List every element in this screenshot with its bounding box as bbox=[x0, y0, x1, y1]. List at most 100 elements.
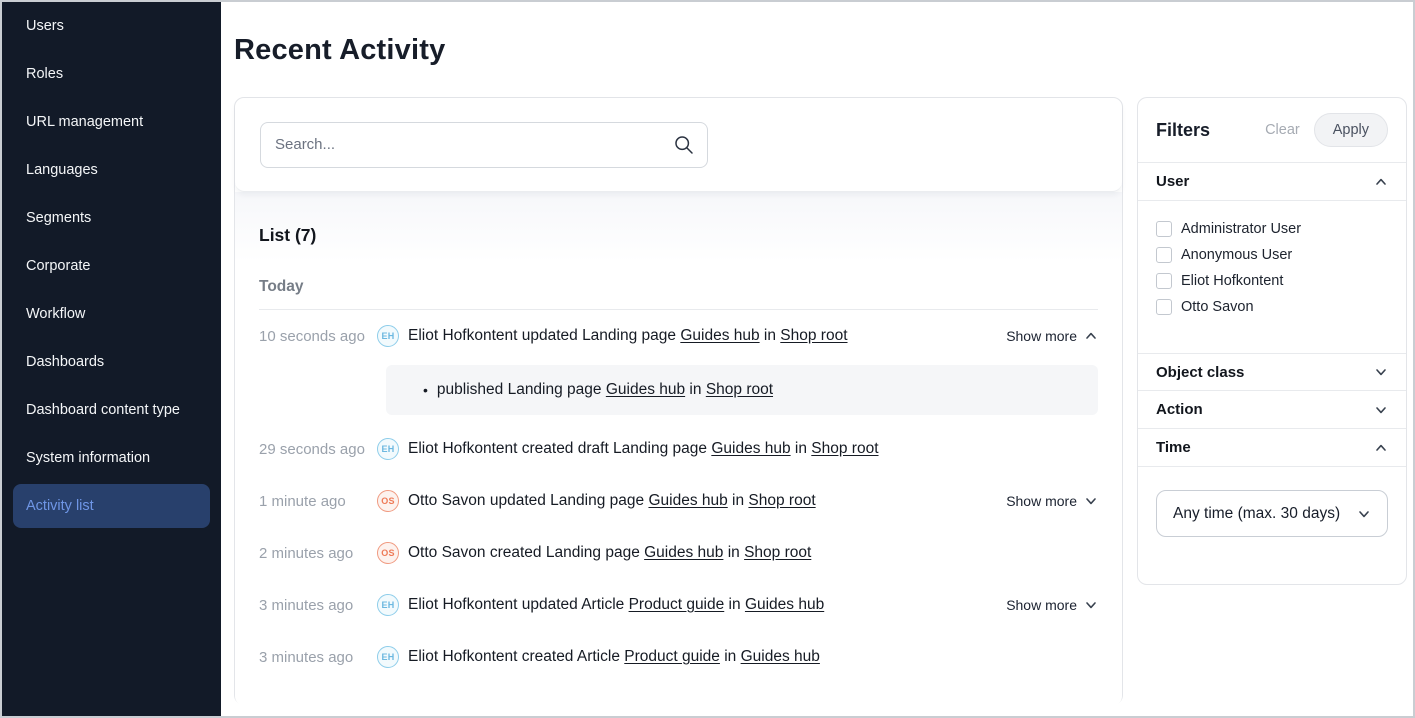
filter-section-label: Object class bbox=[1156, 364, 1244, 381]
activity-row: 3 minutes agoEH Eliot Hofkontent updated … bbox=[259, 579, 1098, 631]
content-link[interactable]: Shop root bbox=[706, 381, 773, 398]
sidebar-item-segments[interactable]: Segments bbox=[2, 194, 221, 242]
show-more-button[interactable]: Show more bbox=[994, 493, 1098, 509]
filter-section-action[interactable]: Action bbox=[1138, 391, 1406, 429]
filters-header: Filters Clear Apply bbox=[1138, 98, 1406, 163]
filter-option-anonymous-user: Anonymous User bbox=[1156, 242, 1388, 268]
bullet: • bbox=[423, 382, 428, 398]
filter-option-label: Administrator User bbox=[1181, 221, 1301, 237]
content-link[interactable]: Shop root bbox=[811, 440, 878, 457]
sidebar-item-workflow[interactable]: Workflow bbox=[2, 290, 221, 338]
filter-section-user[interactable]: User bbox=[1138, 163, 1406, 201]
content-text: Eliot Hofkontent created Article bbox=[408, 648, 624, 665]
sidebar-item-languages[interactable]: Languages bbox=[2, 146, 221, 194]
activity-card: List (7) Today 10 seconds agoEHEliot Hof… bbox=[234, 97, 1123, 705]
filter-section-label: User bbox=[1156, 173, 1189, 190]
content-link[interactable]: Product guide bbox=[624, 648, 720, 665]
filter-option-eliot-hofkontent: Eliot Hofkontent bbox=[1156, 268, 1388, 294]
sidebar: UsersRolesURL managementLanguagesSegment… bbox=[2, 2, 221, 716]
show-more-button[interactable]: Show more bbox=[994, 328, 1098, 344]
activity-description: Eliot Hofkontent updated Article Product… bbox=[408, 596, 824, 614]
filter-option-label: Eliot Hofkontent bbox=[1181, 273, 1283, 289]
content-text: Otto Savon updated Landing page bbox=[408, 492, 648, 509]
content-text: Otto Savon created Landing page bbox=[408, 544, 644, 561]
checkbox-otto-savon[interactable] bbox=[1156, 299, 1172, 315]
filter-section-label: Action bbox=[1156, 401, 1203, 418]
search-icon[interactable] bbox=[674, 135, 694, 155]
sidebar-item-dashboards[interactable]: Dashboards bbox=[2, 338, 221, 386]
content-link[interactable]: Guides hub bbox=[606, 381, 685, 398]
content-link[interactable]: Guides hub bbox=[648, 492, 727, 509]
content-link[interactable]: Guides hub bbox=[644, 544, 723, 561]
chevron-up-icon bbox=[1374, 441, 1388, 455]
activity-row: 10 seconds agoEH Eliot Hofkontent updated… bbox=[259, 310, 1098, 362]
user-avatar: EH bbox=[377, 594, 399, 616]
time-range-value: Any time (max. 30 days) bbox=[1173, 505, 1340, 523]
sidebar-item-dashboard-content-type[interactable]: Dashboard content type bbox=[2, 386, 221, 434]
search-input[interactable] bbox=[260, 122, 708, 168]
content-link[interactable]: Guides hub bbox=[711, 440, 790, 457]
sidebar-item-users[interactable]: Users bbox=[2, 2, 221, 50]
sidebar-item-activity-list[interactable]: Activity list bbox=[13, 484, 210, 528]
sidebar-item-system-information[interactable]: System information bbox=[2, 434, 221, 482]
content-text: Eliot Hofkontent updated Article bbox=[408, 596, 629, 613]
activity-list-section: List (7) Today 10 seconds agoEHEliot Hof… bbox=[235, 192, 1122, 706]
timestamp: 3 minutes ago bbox=[259, 649, 377, 666]
activity-detail-panel: • published Landing page Guides hub in Sh… bbox=[386, 365, 1098, 415]
filter-option-administrator-user: Administrator User bbox=[1156, 216, 1388, 242]
content-text: in bbox=[728, 492, 749, 509]
sidebar-item-roles[interactable]: Roles bbox=[2, 50, 221, 98]
user-avatar: OS bbox=[377, 542, 399, 564]
activity-row: 29 seconds agoEH Eliot Hofkontent created… bbox=[259, 423, 1098, 475]
activity-description: Otto Savon created Landing page Guides h… bbox=[408, 544, 811, 562]
content-text: Eliot Hofkontent created draft Landing p… bbox=[408, 440, 711, 457]
time-filter-content: Any time (max. 30 days) bbox=[1138, 467, 1406, 537]
chevron-up-icon bbox=[1374, 175, 1388, 189]
content-link[interactable]: Shop root bbox=[780, 327, 847, 344]
filter-option-label: Anonymous User bbox=[1181, 247, 1292, 263]
timestamp: 10 seconds ago bbox=[259, 328, 377, 345]
apply-filters-button[interactable]: Apply bbox=[1314, 113, 1388, 147]
content-text: in bbox=[791, 440, 812, 457]
activity-description: Otto Savon updated Landing page Guides h… bbox=[408, 492, 816, 510]
filter-section-time[interactable]: Time bbox=[1138, 429, 1406, 467]
checkbox-eliot-hofkontent[interactable] bbox=[1156, 273, 1172, 289]
content-link[interactable]: Guides hub bbox=[741, 648, 820, 665]
user-avatar: OS bbox=[377, 490, 399, 512]
checkbox-anonymous-user[interactable] bbox=[1156, 247, 1172, 263]
sidebar-item-corporate[interactable]: Corporate bbox=[2, 242, 221, 290]
content-text: Eliot Hofkontent updated Landing page bbox=[408, 327, 680, 344]
timestamp: 2 minutes ago bbox=[259, 545, 377, 562]
filters-title: Filters bbox=[1156, 120, 1210, 141]
filter-section-object-class[interactable]: Object class bbox=[1138, 353, 1406, 391]
content-text: in bbox=[685, 381, 706, 398]
list-title: List (7) bbox=[259, 192, 1098, 246]
filter-option-label: Otto Savon bbox=[1181, 299, 1254, 315]
clear-filters-button[interactable]: Clear bbox=[1265, 122, 1300, 138]
activity-row: 3 minutes agoEH Eliot Hofkontent created … bbox=[259, 631, 1098, 683]
checkbox-administrator-user[interactable] bbox=[1156, 221, 1172, 237]
content-link[interactable]: Guides hub bbox=[680, 327, 759, 344]
sidebar-item-url-management[interactable]: URL management bbox=[2, 98, 221, 146]
time-range-select[interactable]: Any time (max. 30 days) bbox=[1156, 490, 1388, 537]
user-avatar: EH bbox=[377, 325, 399, 347]
page-title: Recent Activity bbox=[234, 34, 445, 67]
content-link[interactable]: Shop root bbox=[748, 492, 815, 509]
content-text: in bbox=[724, 596, 745, 613]
search-wrap bbox=[260, 122, 708, 168]
content-text: published Landing page bbox=[437, 381, 606, 398]
user-filter-options: Administrator User Anonymous User Eliot Ho… bbox=[1138, 201, 1406, 353]
timestamp: 29 seconds ago bbox=[259, 441, 377, 458]
timestamp: 1 minute ago bbox=[259, 493, 377, 510]
show-more-button[interactable]: Show more bbox=[994, 597, 1098, 613]
content-link[interactable]: Guides hub bbox=[745, 596, 824, 613]
timestamp: 3 minutes ago bbox=[259, 597, 377, 614]
activity-description: Eliot Hofkontent created Article Product… bbox=[408, 648, 820, 666]
activity-row: 2 minutes agoOS Otto Savon created Landin… bbox=[259, 527, 1098, 579]
chevron-down-icon bbox=[1374, 403, 1388, 417]
content-text: in bbox=[720, 648, 741, 665]
content-link[interactable]: Product guide bbox=[629, 596, 725, 613]
user-avatar: EH bbox=[377, 438, 399, 460]
user-avatar: EH bbox=[377, 646, 399, 668]
content-link[interactable]: Shop root bbox=[744, 544, 811, 561]
